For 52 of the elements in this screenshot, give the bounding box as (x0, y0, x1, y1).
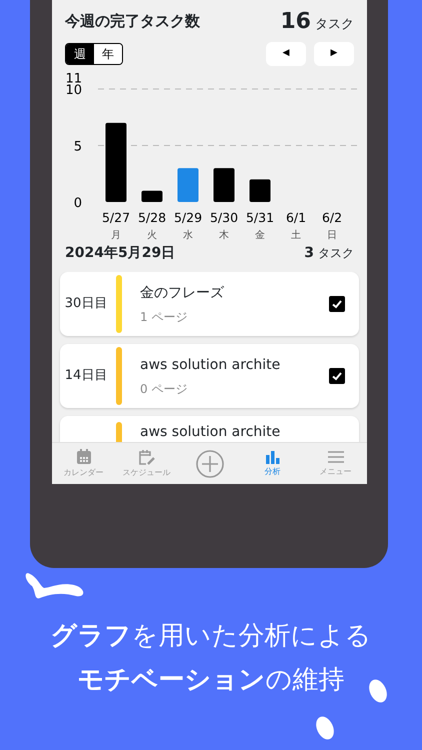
weekday-label: 木 (219, 230, 229, 241)
weekday-label: 金 (255, 230, 265, 241)
next-button[interactable]: ▶ (314, 42, 354, 66)
check-icon (331, 298, 343, 310)
count-unit: タスク (318, 245, 354, 262)
add-icon (194, 448, 224, 478)
weekday-label: 火 (147, 230, 157, 241)
page-count: 1 ページ (140, 308, 188, 326)
bar (250, 179, 270, 202)
date-label: 5/31 (246, 210, 274, 225)
task-card[interactable]: 30日目 金のフレーズ 1 ページ (60, 272, 359, 336)
axis-label: 5 (74, 140, 82, 154)
task-card[interactable]: 14日目 aws solution archite 0 ページ (60, 344, 359, 408)
day-label: 30日目 (64, 296, 108, 312)
date-label: 5/27 (102, 210, 130, 225)
date-label: 5/30 (210, 210, 238, 225)
task-title: aws solution archite (140, 423, 282, 442)
caption-line: グラフを用いた分析による (50, 620, 372, 653)
check-icon (331, 370, 343, 382)
calendar-icon (74, 448, 92, 466)
weekday-label: 水 (183, 230, 193, 241)
count-unit: タスク (315, 16, 354, 34)
checkbox[interactable] (329, 368, 345, 384)
date-heading: 2024年5月29日 (65, 244, 176, 263)
period-tab[interactable]: 週 (66, 44, 94, 64)
task-count: 3 (304, 244, 314, 263)
bar (142, 190, 162, 202)
date-label: 6/1 (286, 210, 306, 225)
page-count: 0 ページ (140, 380, 188, 398)
weekday-label: 土 (291, 230, 301, 241)
bar (214, 168, 234, 202)
task-title: aws solution archite (140, 356, 282, 374)
date-label: 5/29 (174, 210, 202, 225)
date-label: 5/28 (138, 210, 166, 225)
period-tab[interactable]: 年 (94, 44, 122, 64)
task-title: 金のフレーズ (140, 284, 225, 302)
previous-button[interactable]: ◀ (266, 42, 306, 66)
task-card[interactable]: aws solution archite (60, 416, 359, 442)
axis-label: 0 (74, 196, 82, 211)
bar-chart-icon (264, 449, 282, 465)
checkbox[interactable] (329, 296, 345, 312)
calendar-edit-icon (136, 448, 156, 466)
chart-title: 今週の完了タスク数 (65, 11, 200, 32)
weekday-label: 月 (111, 230, 121, 241)
day-label: 14日目 (64, 368, 108, 384)
menu-icon (326, 449, 344, 465)
bar (178, 168, 198, 202)
weekday-label: 日 (327, 230, 337, 241)
task-count: 16 (280, 8, 311, 36)
axis-label: 10 (65, 83, 82, 98)
date-label: 6/2 (322, 210, 342, 225)
caption-line: モチベーションの維持 (76, 664, 346, 697)
